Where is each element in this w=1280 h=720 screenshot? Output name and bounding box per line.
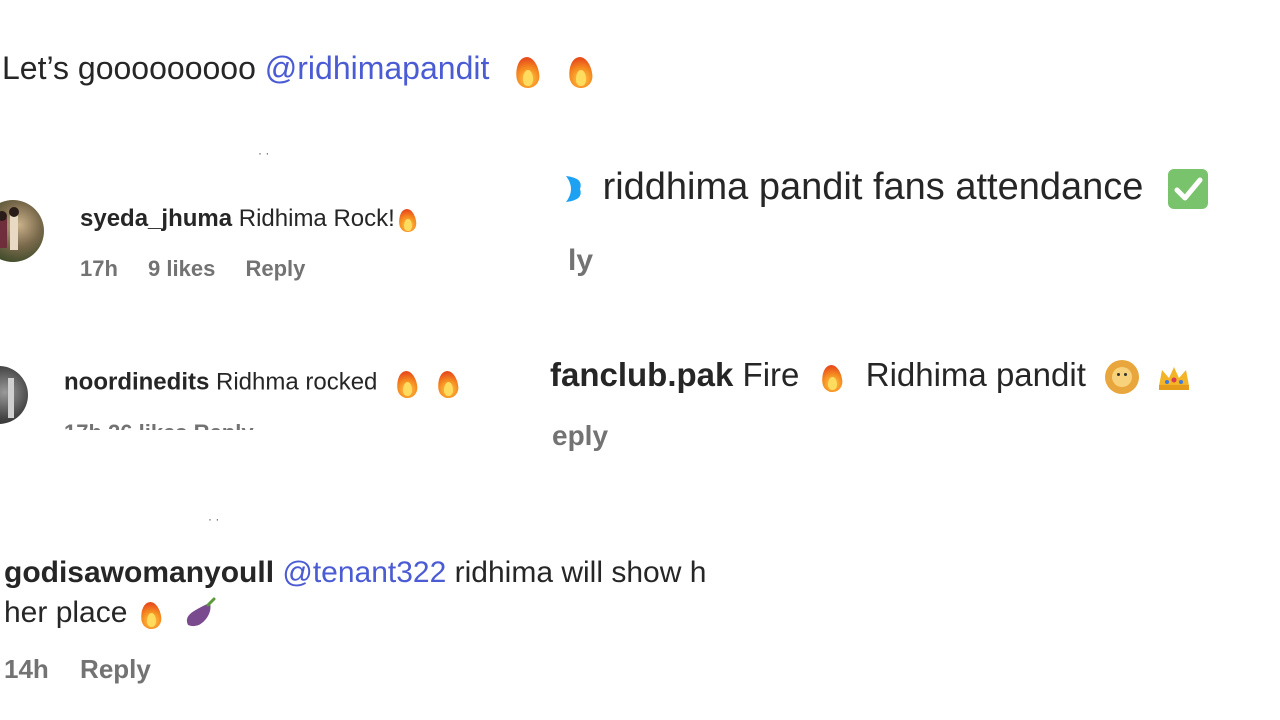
comment-text: Ridhima Rock! [238,205,395,232]
fire-icon [397,207,419,233]
blue-butterfly-icon [566,175,581,202]
cropped-comment-text: riddhima pandit fans attendance [602,166,1144,208]
comment-meta: 17h 9 likes Reply [80,256,329,282]
comment-text: Fire [742,356,800,393]
comment-text-2: Ridhima pandit [865,356,1086,393]
comment-row: godisawomanyoull @tenant322 ridhima will… [4,556,706,590]
fire-icon [394,368,420,398]
cropped-comment-row: riddhima pandit fans attendance [566,166,1208,209]
comment-meta-text: 17h 26 likes Reply [64,420,254,430]
comment-meta: 14h Reply [4,654,175,685]
check-mark-button-icon [1167,168,1208,209]
avatar[interactable] [0,200,44,262]
comment-meta-cut: 17h 26 likes Reply [64,420,254,430]
comment-username[interactable]: syeda_jhuma [80,205,232,232]
eggplant-icon [186,597,216,627]
comment-text-line2: her place [4,596,128,629]
caption-line: Let’s gooooooooo @ridhimapandit [2,50,595,88]
reply-button[interactable]: Reply [80,654,151,684]
crown-icon [1159,367,1190,391]
avatar[interactable] [0,366,28,424]
comment-mention[interactable]: @tenant322 [282,556,446,589]
divider-dots: · · [258,146,270,160]
comment-row: syeda_jhuma Ridhima Rock! [80,205,419,233]
comment-username[interactable]: noordinedits [64,368,209,395]
comment-row-line2: her place [4,596,218,631]
fire-icon [138,599,164,629]
caption-text: Let’s gooooooooo [2,50,256,86]
comment-username[interactable]: fanclub.pak [550,356,733,393]
caption-mention[interactable]: @ridhimapandit [265,50,490,86]
lion-face-icon [1105,360,1140,395]
fire-icon [565,54,595,88]
fire-icon [819,362,845,392]
avatar-image [8,378,14,418]
reply-button[interactable]: Reply [245,256,305,281]
fire-icon [512,54,542,88]
cropped-reply-button[interactable]: eply [552,420,632,452]
comment-time: 17h [80,256,118,281]
comment-text: Ridhma rocked [216,368,378,396]
cropped-comment-row: fanclub.pak Fire Ridhima pandit [550,356,1192,395]
comment-row: noordinedits Ridhma rocked [64,368,461,398]
fire-icon [435,368,461,398]
comment-likes[interactable]: 9 likes [148,256,215,281]
comment-username[interactable]: godisawomanyoull [4,556,274,589]
divider-dots: · · [208,512,220,526]
cropped-reply-button[interactable]: ly [568,244,617,278]
comment-text: ridhima will show h [454,556,707,589]
comment-time: 14h [4,654,49,684]
avatar-image [0,207,19,250]
